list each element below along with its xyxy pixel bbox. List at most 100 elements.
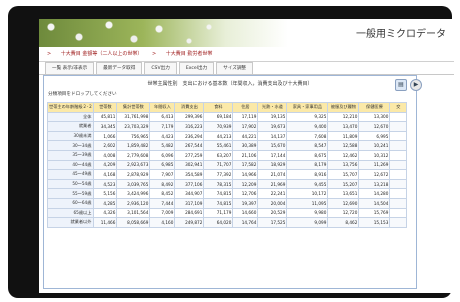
row-header[interactable]: 40〜44歳 [46, 159, 95, 171]
table-cell: 249,872 [174, 217, 205, 228]
row-header[interactable]: 50〜54歳 [46, 178, 95, 190]
table-row: 65歳以上 4,326 3,101,564 7,009 284,691 71,179 14,… [46, 207, 408, 219]
data-table: 世帯主の年齢階級２-２ 世帯数 集計世帯数 年間収入 消費支出 食料 住居 光熱… [46, 102, 408, 228]
table-cell: 18,929 [257, 159, 288, 171]
table-cell: 1,066 [93, 130, 118, 142]
table-cell: 12,720 [327, 207, 360, 219]
table-cell: 14,280 [358, 188, 391, 199]
table-cell: 10,172 [286, 188, 329, 199]
table-cell: 15,153 [358, 217, 391, 228]
row-header[interactable]: 35〜39歳 [46, 149, 95, 161]
table-cell: 64,020 [203, 217, 234, 228]
table-cell: 317,109 [174, 197, 205, 209]
table-cell: 9,980 [286, 207, 329, 219]
table-cell: 3,101,564 [116, 207, 151, 219]
table-cell [389, 197, 408, 209]
row-header[interactable]: 65歳以上 [46, 207, 95, 219]
table-cell: 20,529 [257, 207, 288, 219]
row-header[interactable]: 30歳未満 [46, 130, 95, 142]
tab-csv-export[interactable]: CSV出力 [144, 62, 177, 74]
table-cell: 14,660 [232, 207, 259, 219]
column-header[interactable]: 家具・家事用品 [286, 102, 329, 113]
table-cell [389, 140, 408, 151]
table-row: 就業者以外 11,466 8,058,669 4,160 249,872 64,020 14… [46, 217, 408, 228]
table-cell: 11,095 [286, 197, 329, 209]
column-header[interactable]: 消費支出 [174, 102, 205, 113]
table-cell: 12,690 [327, 197, 360, 209]
table-cell: 302,941 [174, 159, 205, 171]
table-cell: 11,809 [327, 130, 360, 142]
row-header[interactable]: 全体 [46, 111, 95, 123]
row-header[interactable]: 就業者 [46, 121, 95, 132]
column-header[interactable]: 集計世帯数 [116, 102, 151, 113]
table-cell: 21,074 [257, 169, 288, 180]
table-row: 就業者 34,345 23,703,329 7,179 316,223 70,939 17,… [46, 121, 408, 132]
table-view-icon[interactable]: ▤ [395, 79, 407, 91]
table-cell: 7,907 [149, 169, 176, 180]
tab-toggle-list[interactable]: 一覧 表示/非表示 [45, 62, 95, 74]
table-cell: 12,209 [232, 178, 259, 190]
table-cell: 2,923,673 [116, 159, 151, 171]
panel-icons: ▤ ▶ [395, 79, 422, 91]
breadcrumb-link[interactable]: 十大費目 金額等（二人以上の世帯） [61, 51, 143, 57]
table-cell: 19,673 [257, 121, 288, 132]
table-cell: 10,312 [358, 149, 391, 161]
column-header[interactable]: 世帯数 [93, 102, 118, 113]
table-cell: 9,099 [286, 217, 329, 228]
tab-resize[interactable]: サイズ調整 [216, 62, 254, 74]
screen: 一般用ミクロデータ > 十大費目 金額等（二人以上の世帯） > 十大費目 勤労者… [39, 19, 454, 293]
table-cell: 13,651 [327, 188, 360, 199]
table-cell: 4,168 [93, 169, 118, 180]
table-cell: 8,462 [327, 217, 360, 228]
table-cell: 15,670 [257, 140, 288, 151]
table-cell: 6,413 [149, 111, 176, 123]
table-cell: 7,009 [149, 207, 176, 219]
tab-refresh-data[interactable]: 最新データ取得 [96, 62, 143, 74]
table-cell: 71,707 [203, 159, 234, 171]
row-header[interactable]: 60〜64歳 [46, 197, 95, 209]
table-cell: 70,939 [203, 121, 234, 132]
breadcrumb-separator: > [47, 51, 52, 57]
table-cell: 10,241 [358, 140, 391, 151]
table-cell: 2,936,120 [116, 197, 151, 209]
table-row: 35〜39歳 4,008 2,779,608 6,096 277,259 63,207 21… [46, 149, 408, 161]
table-cell: 71,179 [203, 207, 234, 219]
table-cell: 44,213 [203, 130, 234, 142]
table-row: 60〜64歳 4,285 2,936,120 7,444 317,109 74,815 19… [46, 197, 408, 209]
table-cell [389, 217, 408, 228]
table-cell: 17,582 [232, 159, 259, 171]
row-header[interactable]: 30〜34歳 [46, 140, 95, 151]
column-header[interactable]: 食料 [203, 102, 234, 113]
column-header[interactable]: 年間収入 [149, 102, 176, 113]
row-header[interactable]: 55〜59歳 [46, 188, 95, 199]
drop-zone-hint[interactable]: 分類項目をドロップしてください [48, 91, 117, 97]
breadcrumb-link[interactable]: 十大費目 勤労者世帯 [166, 51, 213, 57]
play-icon[interactable]: ▶ [410, 79, 422, 91]
table-cell: 63,207 [203, 149, 234, 161]
table-cell: 7,444 [149, 197, 176, 209]
table-cell: 8,916 [286, 169, 329, 180]
column-header[interactable]: 被服及び履物 [327, 102, 360, 113]
table-row: 50〜54歳 4,523 3,039,765 8,492 377,106 78,315 12… [46, 178, 408, 190]
table-corner-header[interactable]: 世帯主の年齢階級２-２ [46, 102, 95, 113]
table-cell: 12,462 [327, 149, 360, 161]
table-cell: 756,965 [116, 130, 151, 142]
data-panel: 世帯主属性別 支出における基本数（年間収入，消費支出及び十大費目） 分類項目をド… [43, 75, 417, 289]
row-header[interactable]: 就業者以外 [46, 217, 95, 228]
table-cell: 14,764 [232, 217, 259, 228]
column-header[interactable]: 保健医療 [358, 102, 391, 113]
table-cell [389, 111, 408, 123]
table-cell: 1,859,482 [116, 140, 151, 151]
column-header[interactable]: 住居 [232, 102, 259, 113]
column-header[interactable]: 光熱・水道 [257, 102, 288, 113]
table-cell: 15,207 [327, 178, 360, 190]
table-cell: 74,815 [203, 188, 234, 199]
table-cell: 15,707 [327, 169, 360, 180]
column-header[interactable]: 交 [389, 102, 408, 113]
table-cell: 13,470 [327, 121, 360, 132]
row-header[interactable]: 45〜49歳 [46, 169, 95, 180]
table-cell [389, 149, 408, 161]
table-cell [389, 178, 408, 190]
tab-excel-export[interactable]: Excel出力 [178, 62, 215, 74]
table-cell: 7,179 [149, 121, 176, 132]
